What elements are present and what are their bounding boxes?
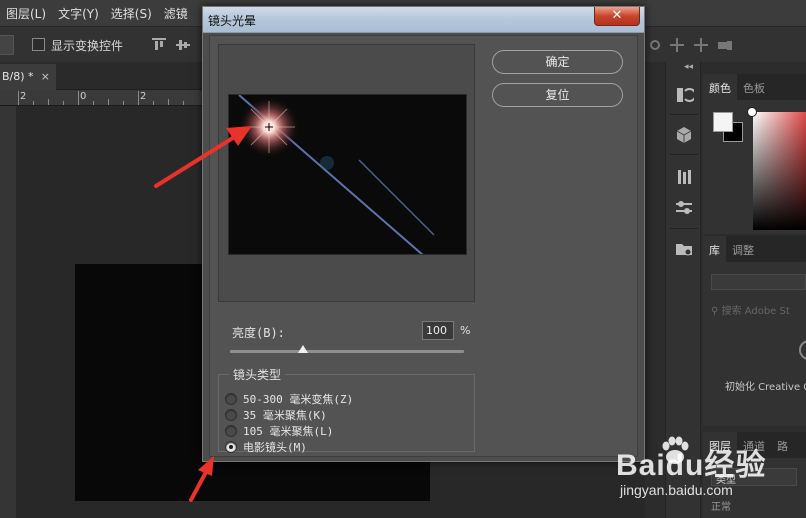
horizontal-ruler: 2 0 2 — [0, 90, 204, 106]
lens-option-label: 35 毫米聚焦(K) — [243, 409, 327, 422]
lens-option-label: 50-300 毫米变焦(Z) — [243, 393, 354, 406]
menu-select[interactable]: 选择(S) — [105, 5, 158, 22]
show-transform-checkbox[interactable] — [32, 38, 45, 51]
library-search-placeholder: 搜索 Adobe St — [721, 306, 790, 317]
3d-orbit-icon[interactable] — [648, 38, 662, 52]
libraries-panel: 库 调整 ⚲ 搜索 Adobe St 初始化 Creative C — [703, 236, 806, 426]
brush-settings-icon[interactable] — [672, 196, 696, 218]
watermark-url: jingyan.baidu.com — [620, 482, 733, 498]
lens-flare-dialog: 镜头光晕 ✕ 确定 复位 亮度(B): 100 % 镜头类型 50-300 毫米… — [202, 6, 645, 462]
flare-preview[interactable] — [228, 94, 467, 255]
lens-option-105[interactable]: 105 毫米聚焦(L) — [225, 423, 333, 439]
history-icon[interactable] — [672, 84, 696, 106]
search-icon: ⚲ — [711, 306, 722, 317]
color-picker-handle[interactable] — [747, 107, 757, 117]
lens-type-title: 镜头类型 — [233, 368, 282, 382]
baidu-watermark: Baidu经验 jingyan.baidu.com — [588, 428, 806, 518]
vertical-ruler — [0, 106, 16, 518]
brightness-label: 亮度(B): — [232, 326, 285, 340]
show-transform-label: 显示变换控件 — [51, 39, 124, 53]
library-select[interactable] — [711, 274, 806, 290]
brightness-slider-track[interactable] — [230, 350, 464, 353]
close-tab-icon[interactable]: × — [41, 70, 50, 83]
loading-spinner-icon — [799, 340, 806, 360]
library-search[interactable]: ⚲ 搜索 Adobe St — [711, 302, 790, 317]
brightness-unit: % — [460, 324, 471, 337]
lens-radio[interactable] — [225, 409, 237, 421]
lens-radio[interactable] — [225, 393, 237, 405]
lens-option-movie-prime[interactable]: 电影镜头(M) — [225, 439, 307, 455]
close-button[interactable]: ✕ — [594, 7, 640, 26]
3d-pan-icon[interactable] — [670, 38, 684, 52]
tool-preset-dropdown[interactable] — [0, 35, 14, 55]
lens-option-50-300[interactable]: 50-300 毫米变焦(Z) — [225, 391, 353, 407]
align-middle-icon[interactable] — [176, 38, 190, 52]
document-tab[interactable]: B/8) * × — [0, 64, 56, 90]
flare-preview-image — [229, 95, 466, 254]
menu-layer[interactable]: 图层(L) — [0, 5, 52, 22]
lens-type-group: 镜头类型 50-300 毫米变焦(Z) 35 毫米聚焦(K) 105 毫米聚焦(… — [218, 366, 475, 455]
document-tab-label: B/8) * — [2, 70, 34, 83]
tab-adjustments[interactable]: 调整 — [726, 236, 760, 262]
color-panel: 颜色 色板 — [703, 74, 806, 234]
watermark-brand: Baidu经验 — [616, 449, 767, 482]
3d-slide-icon[interactable] — [694, 38, 708, 52]
document-tabs: B/8) * × — [0, 62, 204, 90]
tab-libraries[interactable]: 库 — [703, 236, 726, 262]
brushes-icon[interactable] — [672, 166, 696, 188]
3d-camera-icon[interactable] — [718, 38, 732, 52]
tab-color[interactable]: 颜色 — [703, 74, 737, 100]
3d-cube-icon[interactable] — [672, 124, 696, 146]
color-picker-field[interactable] — [753, 112, 806, 230]
ruler-number: 2 — [140, 91, 147, 102]
lens-option-35[interactable]: 35 毫米聚焦(K) — [225, 407, 327, 423]
libraries-folder-icon[interactable] — [672, 238, 696, 260]
preview-well — [218, 44, 475, 302]
lens-option-label: 105 毫米聚焦(L) — [243, 425, 334, 438]
menu-filter[interactable]: 滤镜 — [158, 5, 194, 22]
dialog-body: 确定 复位 亮度(B): 100 % 镜头类型 50-300 毫米变焦(Z) 3… — [209, 35, 638, 457]
lens-radio[interactable] — [225, 441, 237, 453]
align-top-icon[interactable] — [152, 38, 166, 52]
menu-type[interactable]: 文字(Y) — [52, 5, 105, 22]
close-icon: ✕ — [611, 8, 623, 23]
lens-radio[interactable] — [225, 425, 237, 437]
reset-button[interactable]: 复位 — [492, 83, 623, 107]
tab-swatches[interactable]: 色板 — [737, 74, 771, 100]
ok-button[interactable]: 确定 — [492, 50, 623, 74]
dialog-title: 镜头光晕 — [208, 14, 257, 28]
dialog-title-bar[interactable]: 镜头光晕 ✕ — [203, 7, 644, 33]
library-init-text: 初始化 Creative C — [725, 382, 806, 393]
collapse-icon[interactable]: ◂◂ — [684, 62, 693, 72]
brightness-slider-thumb[interactable] — [297, 345, 308, 353]
ruler-number: 0 — [80, 91, 87, 102]
lens-option-label: 电影镜头(M) — [243, 441, 307, 454]
foreground-color-swatch[interactable] — [713, 112, 733, 132]
ruler-number: 2 — [20, 91, 27, 102]
brightness-input[interactable]: 100 — [422, 321, 454, 340]
